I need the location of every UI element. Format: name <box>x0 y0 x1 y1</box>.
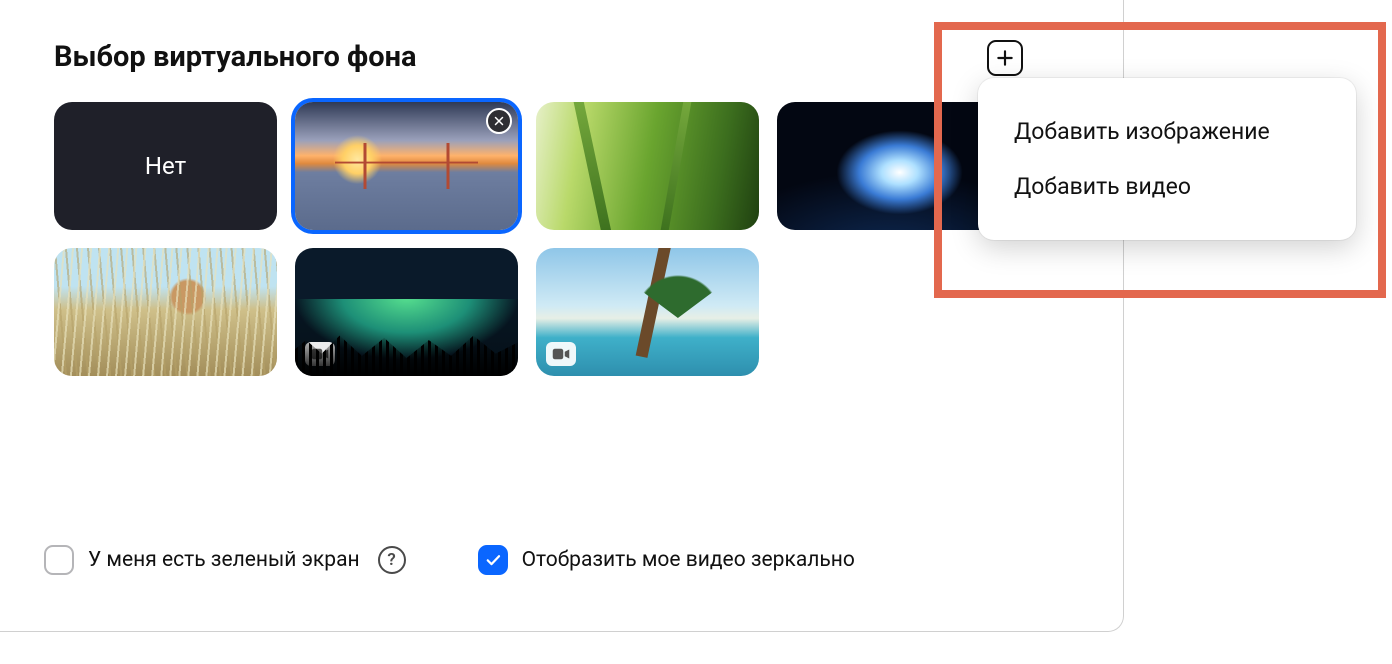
options-row: У меня есть зеленый экран ? Отобразить м… <box>44 545 855 575</box>
add-video-menu-item[interactable]: Добавить видео <box>978 159 1356 214</box>
background-tile-grass[interactable] <box>536 102 759 230</box>
green-screen-checkbox[interactable] <box>44 545 74 575</box>
mirror-video-checkbox[interactable] <box>478 545 508 575</box>
section-title: Выбор виртуального фона <box>54 40 1069 74</box>
close-icon <box>493 115 505 127</box>
video-badge <box>546 342 576 366</box>
add-image-menu-item[interactable]: Добавить изображение <box>978 104 1356 159</box>
video-icon <box>552 347 570 361</box>
background-tile-aurora[interactable] <box>295 248 518 376</box>
add-background-menu: Добавить изображение Добавить видео <box>978 78 1356 240</box>
background-tile-bridge[interactable] <box>295 102 518 230</box>
video-badge <box>305 342 335 366</box>
video-icon <box>311 347 329 361</box>
background-tile-space[interactable] <box>777 102 1000 230</box>
background-tile-cougar[interactable] <box>54 248 277 376</box>
add-background-button[interactable] <box>987 40 1023 76</box>
background-grid: Нет <box>54 102 1054 376</box>
none-label: Нет <box>145 152 186 180</box>
plus-icon <box>995 48 1015 68</box>
background-tile-beach[interactable] <box>536 248 759 376</box>
remove-background-button[interactable] <box>486 108 512 134</box>
question-icon: ? <box>387 550 395 570</box>
green-screen-label: У меня есть зеленый экран <box>88 548 360 572</box>
virtual-background-panel: Выбор виртуального фона Нет <box>0 0 1124 632</box>
green-screen-help-button[interactable]: ? <box>378 546 406 574</box>
background-tile-none[interactable]: Нет <box>54 102 277 230</box>
check-icon <box>484 551 502 569</box>
mirror-video-label: Отобразить мое видео зеркально <box>522 548 855 572</box>
